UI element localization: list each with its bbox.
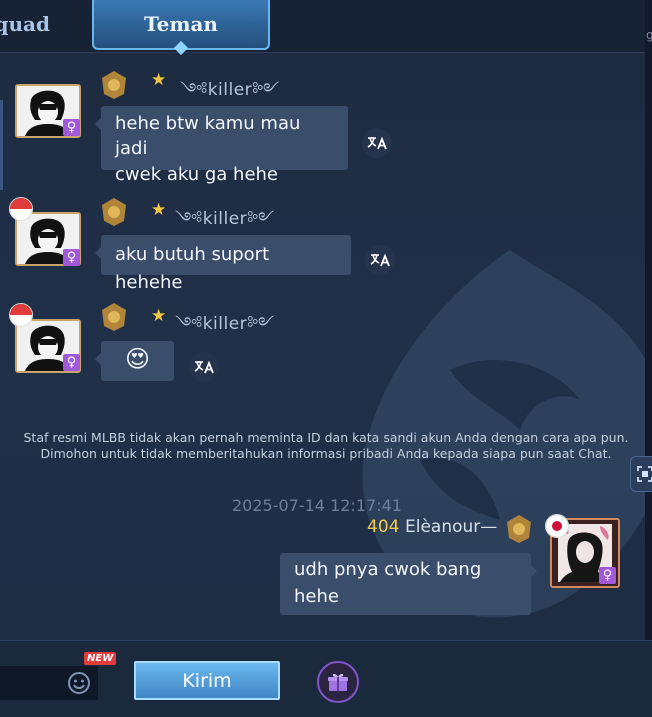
rank-emblem-icon — [102, 198, 126, 226]
chat-screen: Squad Teman g ♀ ★ ༺killer༻ hehe btw kamu… — [0, 0, 652, 717]
capture-button[interactable] — [630, 456, 652, 492]
tab-squad[interactable]: Squad — [0, 0, 70, 48]
message-line: cwek aku ga hehe — [115, 164, 279, 185]
smiley-icon[interactable] — [67, 671, 91, 695]
message-bubble[interactable]: hehe btw kamu mau jadi cwek aku ga hehe — [95, 106, 348, 185]
rank-emblem-icon — [507, 515, 531, 543]
sender-name[interactable]: ༺killer༻ — [175, 304, 275, 352]
translate-button[interactable] — [362, 128, 392, 158]
indonesia-flag-icon — [9, 197, 33, 221]
own-name: Elèanour— — [405, 517, 498, 537]
gift-icon — [328, 673, 348, 691]
own-message-bubble[interactable]: udh pnya cwok bang hehe — [280, 553, 537, 615]
indonesia-flag-icon — [545, 514, 569, 538]
message-timestamp: 2025-07-14 12:17:41 — [232, 496, 402, 515]
star-icon: ★ — [151, 200, 167, 220]
message-line: aku butuh suport hehehe — [115, 244, 270, 293]
right-panel-edge — [645, 0, 652, 717]
send-button[interactable]: Kirim — [134, 661, 280, 700]
gender-badge: ♀ — [599, 567, 616, 584]
gender-badge: ♀ — [63, 119, 80, 136]
rank-emblem-icon — [102, 71, 126, 99]
emoji-heart-eyes: 😍 — [124, 345, 151, 373]
gender-badge: ♀ — [63, 249, 80, 266]
safety-notice: Staf resmi MLBB tidak akan pernah memint… — [23, 430, 629, 461]
gender-badge: ♀ — [63, 354, 80, 371]
star-icon: ★ — [151, 70, 167, 90]
right-edge-text: g — [646, 28, 652, 42]
message-line: hehe — [294, 586, 339, 607]
gift-button[interactable] — [317, 661, 359, 703]
translate-icon — [370, 253, 390, 267]
message-line: udh pnya cwok bang — [294, 559, 482, 580]
tab-teman[interactable]: Teman — [92, 0, 270, 50]
star-icon: ★ — [151, 306, 167, 326]
message-bubble[interactable]: 😍 — [95, 341, 174, 381]
message-bubble[interactable]: aku butuh suport hehehe — [95, 235, 351, 293]
capture-icon — [637, 466, 652, 482]
translate-button[interactable] — [189, 352, 219, 382]
rank-emblem-icon — [102, 303, 126, 331]
tab-bar: Squad Teman — [0, 0, 652, 53]
translate-icon — [367, 136, 387, 150]
player-level: 404 — [367, 517, 400, 537]
indonesia-flag-icon — [9, 303, 33, 327]
new-badge: NEW — [84, 652, 117, 665]
message-line: hehe btw kamu mau jadi — [115, 113, 301, 159]
translate-icon — [194, 360, 214, 374]
left-scroll-indicator — [0, 100, 3, 190]
translate-button[interactable] — [365, 245, 395, 275]
